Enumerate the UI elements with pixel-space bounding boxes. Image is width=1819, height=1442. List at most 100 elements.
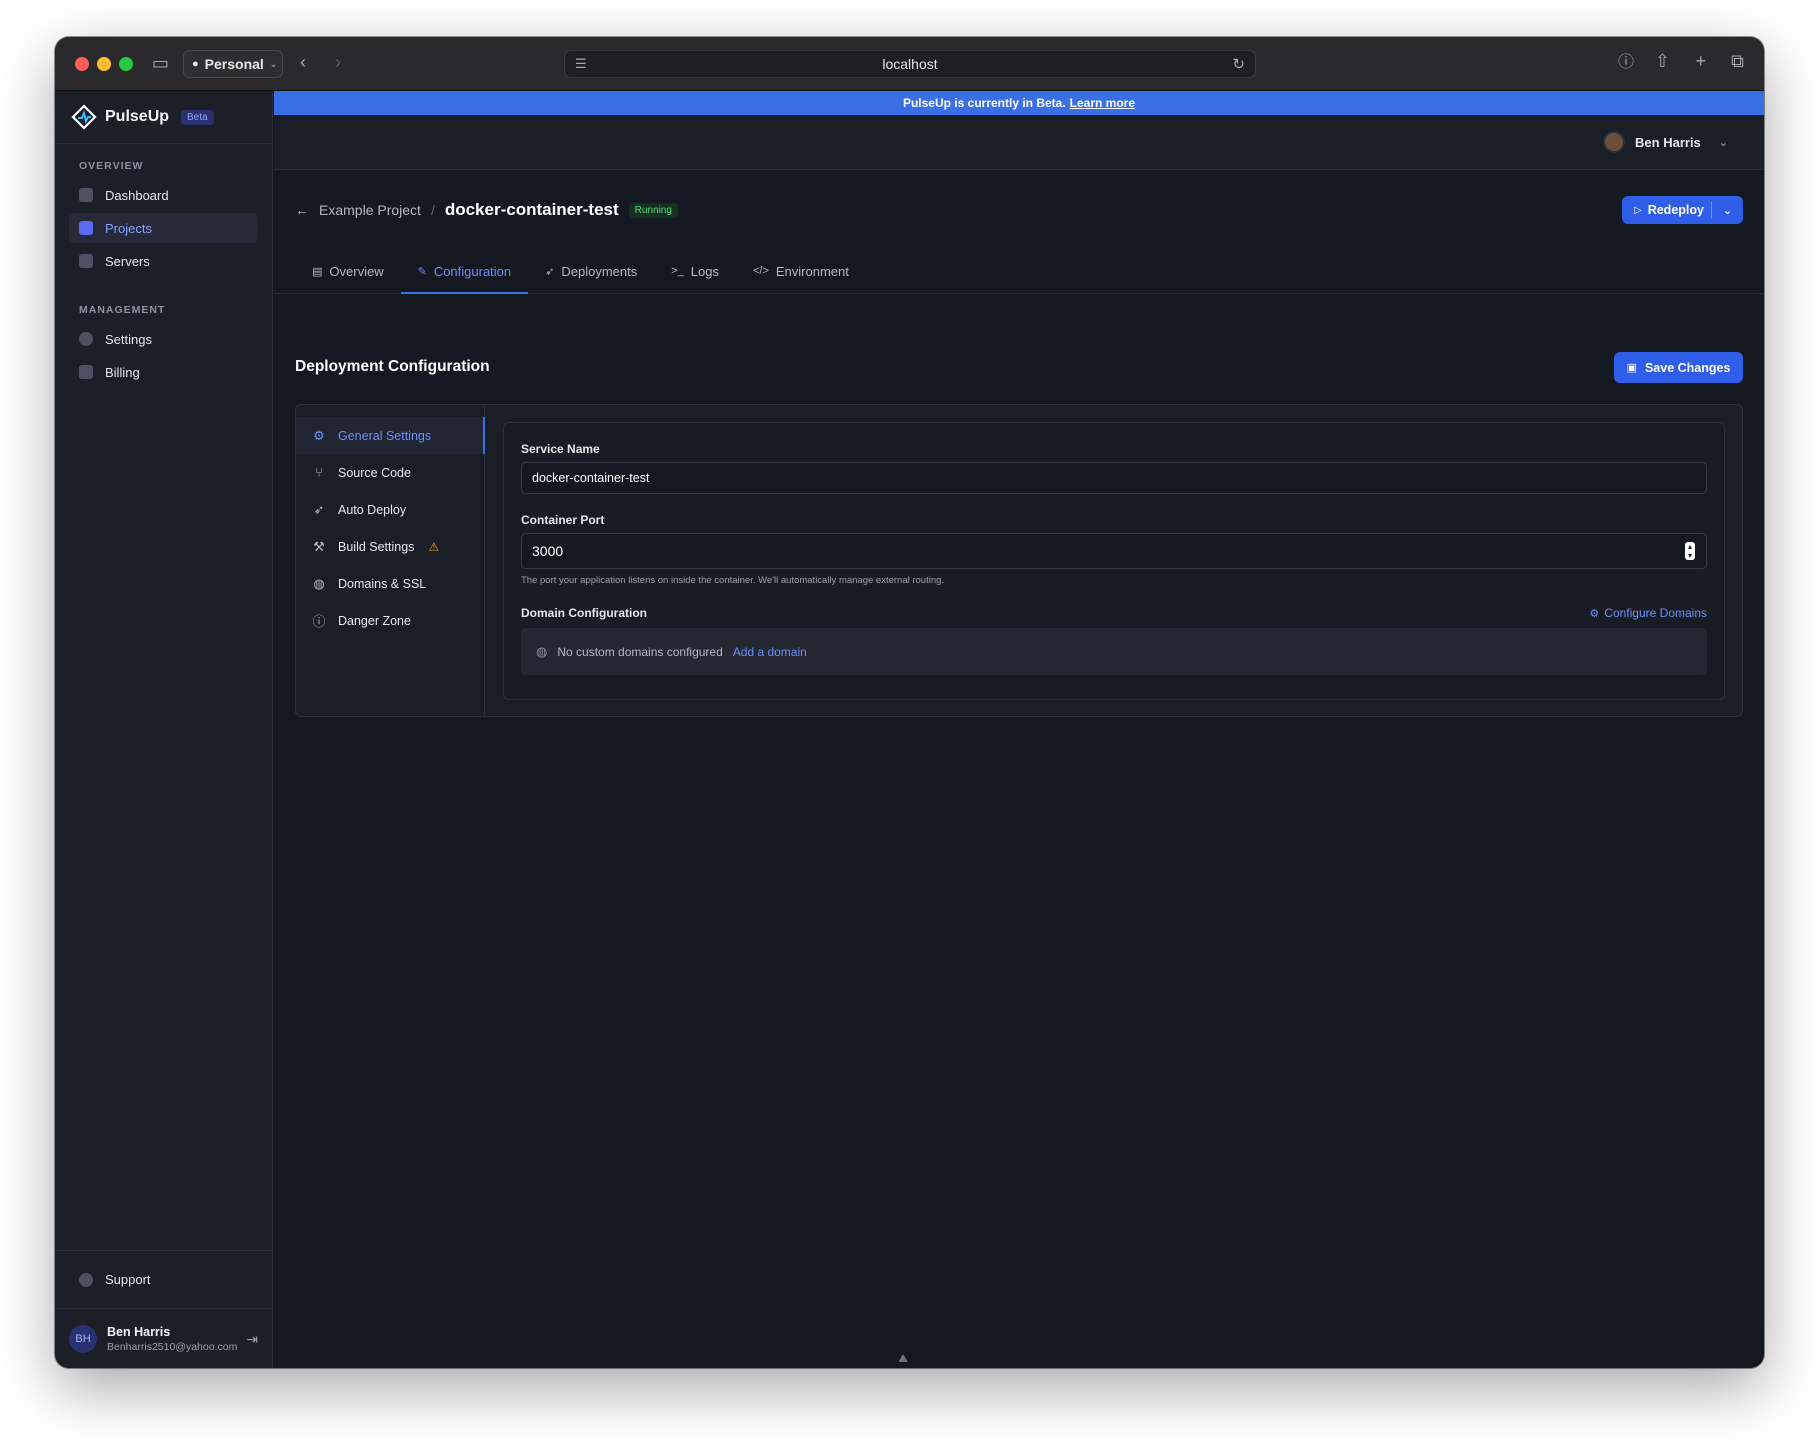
arrow-left-icon[interactable]: ← (295, 202, 309, 218)
browser-window: ▭ ● Personal ⌄ ‹ › ☰ localhost ↻ ⓘ ⇧ + ⧉… (55, 37, 1764, 1368)
redeploy-button[interactable]: ▷ Redeploy (1622, 201, 1712, 219)
page-title: docker-container-test (444, 200, 619, 219)
sidebar-item-billing[interactable]: Billing (69, 357, 258, 387)
sidebar-toggle-icon[interactable]: ▭ (152, 53, 169, 73)
sidebar-item-dashboard[interactable]: Dashboard (69, 180, 258, 210)
server-icon (79, 254, 93, 268)
tab-overview-icon[interactable]: ⧉ (1731, 51, 1744, 71)
config-nav-source-code[interactable]: ⑂ Source Code (296, 454, 484, 491)
sidebar-item-settings[interactable]: Settings (69, 324, 258, 354)
config-nav-label: General Settings (338, 428, 432, 443)
brand[interactable]: PulseUp Beta (55, 91, 272, 144)
redeploy-options-button[interactable]: ⌄ (1712, 204, 1743, 217)
address-bar[interactable]: ☰ localhost ↻ (564, 50, 1256, 78)
save-changes-button[interactable]: ▣ Save Changes (1614, 352, 1743, 383)
page-settings-icon[interactable]: ☰ (575, 56, 587, 72)
config-nav-build-settings[interactable]: ⚒ Build Settings ⚠ (296, 528, 484, 565)
profile-switcher[interactable]: ● Personal ⌄ (183, 50, 283, 78)
info-icon[interactable]: ⓘ (1618, 53, 1634, 73)
browser-toolbar: ▭ ● Personal ⌄ ‹ › ☰ localhost ↻ ⓘ ⇧ + ⧉ (55, 37, 1764, 91)
config-nav-label: Danger Zone (338, 613, 411, 628)
devtools-badge-icon[interactable]: ⛰ (898, 1351, 908, 1366)
container-port-label: Container Port (521, 513, 605, 527)
top-bar: Ben Harris ⌄ (274, 115, 1764, 170)
globe-icon: ◍ (536, 643, 548, 659)
beta-banner-text: PulseUp is currently in Beta. (902, 96, 1066, 110)
service-name-label: Service Name (521, 442, 600, 456)
git-branch-icon: ⑂ (315, 465, 323, 480)
service-name-input[interactable] (521, 462, 1707, 494)
chevron-down-icon: ⌄ (1722, 204, 1733, 217)
port-stepper[interactable]: ▴ ▾ (1685, 542, 1695, 560)
profile-label: Personal (204, 56, 264, 72)
logout-icon[interactable]: ⇥ (246, 1331, 258, 1348)
config-nav: ⚙ General Settings ⑂ Source Code ➶ Auto … (296, 405, 485, 716)
configure-domains-link[interactable]: ⚙ Configure Domains (1589, 606, 1707, 620)
sidebar-item-label: Servers (105, 253, 150, 269)
close-window-button[interactable] (75, 57, 89, 71)
back-nav-icon[interactable]: ‹ (300, 52, 306, 72)
url-text: localhost (882, 56, 938, 72)
person-icon: ● (192, 58, 199, 70)
user-avatar (1603, 131, 1626, 153)
configure-domains-label: Configure Domains (1604, 606, 1707, 620)
config-nav-domains-ssl[interactable]: ◍ Domains & SSL (296, 565, 484, 602)
redeploy-label: Redeploy (1647, 203, 1704, 217)
save-icon: ▣ (1626, 362, 1637, 374)
gear-icon (79, 332, 93, 346)
folder-icon (79, 221, 93, 235)
sidebar: PulseUp Beta OVERVIEW Dashboard Projects… (55, 91, 273, 1368)
tab-label: Configuration (433, 263, 512, 279)
sidebar-item-label: Dashboard (105, 187, 169, 203)
new-tab-icon[interactable]: + (1695, 51, 1706, 71)
sidebar-item-servers[interactable]: Servers (69, 246, 258, 276)
page-tabs: ▤ Overview ✎ Configuration ➶ Deployments… (295, 250, 866, 294)
domain-config-header: Domain Configuration ⚙ Configure Domains (521, 606, 1707, 624)
sidebar-item-label: Billing (105, 364, 140, 380)
config-nav-danger-zone[interactable]: ⓘ Danger Zone (296, 602, 484, 639)
rocket-icon: ➶ (313, 501, 325, 517)
wrench-icon: ✎ (417, 265, 427, 278)
tab-logs[interactable]: >_ Logs (654, 250, 736, 294)
reload-icon[interactable]: ↻ (1232, 55, 1245, 73)
tab-label: Overview (329, 263, 384, 279)
brand-name: PulseUp (105, 108, 170, 125)
config-nav-general-settings[interactable]: ⚙ General Settings (296, 417, 485, 454)
share-icon[interactable]: ⇧ (1655, 51, 1670, 71)
sidebar-user[interactable]: BH Ben Harris Benharris2510@yahoo.com ⇥ (55, 1309, 272, 1368)
window-controls (75, 57, 133, 71)
section-title: Deployment Configuration (295, 358, 490, 375)
sidebar-footer: Support BH Ben Harris Benharris2510@yaho… (55, 1250, 272, 1368)
config-section: Deployment Configuration ▣ Save Changes … (295, 350, 1743, 717)
tab-overview[interactable]: ▤ Overview (295, 250, 401, 294)
learn-more-link[interactable]: Learn more (1070, 96, 1135, 110)
breadcrumb-project-link[interactable]: Example Project (319, 202, 421, 218)
no-domains-text: No custom domains configured (557, 644, 723, 659)
beta-badge: Beta (181, 109, 214, 125)
rocket-icon: ➶ (545, 265, 555, 278)
maximize-window-button[interactable] (119, 57, 133, 71)
terminal-icon: >_ (671, 265, 684, 277)
globe-icon: ◍ (313, 575, 325, 591)
help-circle-icon (79, 1272, 93, 1287)
sidebar-item-support[interactable]: Support (55, 1251, 272, 1309)
minimize-window-button[interactable] (97, 57, 111, 71)
credit-card-icon (79, 365, 93, 379)
top-user-name: Ben Harris (1635, 134, 1701, 150)
pulseup-logo-icon (71, 104, 97, 130)
chevron-down-icon: ⌄ (269, 58, 278, 69)
config-nav-auto-deploy[interactable]: ➶ Auto Deploy (296, 491, 484, 528)
tab-label: Environment (775, 263, 849, 279)
layout-icon: ▤ (312, 265, 323, 278)
tab-environment[interactable]: </> Environment (736, 250, 866, 294)
user-name: Ben Harris (107, 1325, 171, 1339)
user-menu[interactable]: Ben Harris ⌄ (1603, 131, 1728, 153)
sidebar-item-projects[interactable]: Projects (69, 213, 258, 243)
add-domain-link[interactable]: Add a domain (733, 645, 807, 659)
container-port-input[interactable] (521, 533, 1707, 569)
tab-deployments[interactable]: ➶ Deployments (528, 250, 654, 294)
tab-label: Logs (690, 263, 719, 279)
config-nav-label: Domains & SSL (338, 576, 427, 591)
forward-nav-icon[interactable]: › (335, 52, 341, 72)
tab-configuration[interactable]: ✎ Configuration (400, 250, 529, 294)
